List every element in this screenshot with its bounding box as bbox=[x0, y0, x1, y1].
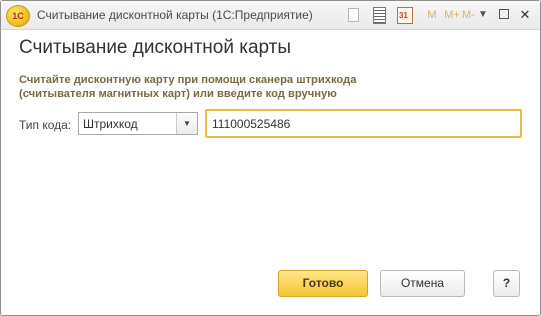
dialog-window: 1С Считывание дисконтной карты (1С:Предп… bbox=[0, 0, 541, 316]
calendar-icon[interactable]: 31 bbox=[397, 6, 413, 24]
instruction-line-2: (считывателя магнитных карт) или введите… bbox=[19, 88, 337, 100]
help-button[interactable]: ? bbox=[493, 270, 520, 297]
ok-button[interactable]: Готово bbox=[278, 270, 368, 297]
chevron-down-icon[interactable]: ▼ bbox=[176, 113, 197, 134]
code-type-value: Штрихкод bbox=[83, 117, 138, 131]
title-bar[interactable]: 1С Считывание дисконтной карты (1С:Предп… bbox=[1, 1, 540, 30]
window-title: Считывание дисконтной карты (1С:Предприя… bbox=[37, 8, 313, 22]
doc-icon[interactable] bbox=[347, 6, 359, 24]
memory-mminus-icon[interactable]: M- bbox=[462, 6, 475, 24]
code-type-select[interactable]: Штрихкод ▼ bbox=[78, 112, 198, 135]
instruction-line-1: Считайте дисконтную карту при помощи ска… bbox=[19, 74, 357, 86]
close-icon[interactable]: ✕ bbox=[519, 6, 531, 24]
page-title: Считывание дисконтной карты bbox=[19, 37, 292, 58]
1c-logo-icon: 1С bbox=[6, 5, 30, 27]
calculator-icon[interactable] bbox=[373, 6, 386, 24]
calendar-day: 31 bbox=[399, 11, 408, 20]
restore-icon[interactable] bbox=[498, 6, 510, 24]
cancel-button[interactable]: Отмена bbox=[380, 270, 465, 297]
instruction-text: Считайте дисконтную карту при помощи ска… bbox=[19, 73, 419, 101]
memory-mplus-icon[interactable]: M+ bbox=[444, 6, 460, 24]
code-type-label: Тип кода: bbox=[19, 118, 72, 132]
memory-m-icon[interactable]: M bbox=[427, 6, 437, 24]
card-code-input[interactable] bbox=[205, 109, 522, 138]
more-icon[interactable]: ▼ bbox=[477, 6, 489, 24]
